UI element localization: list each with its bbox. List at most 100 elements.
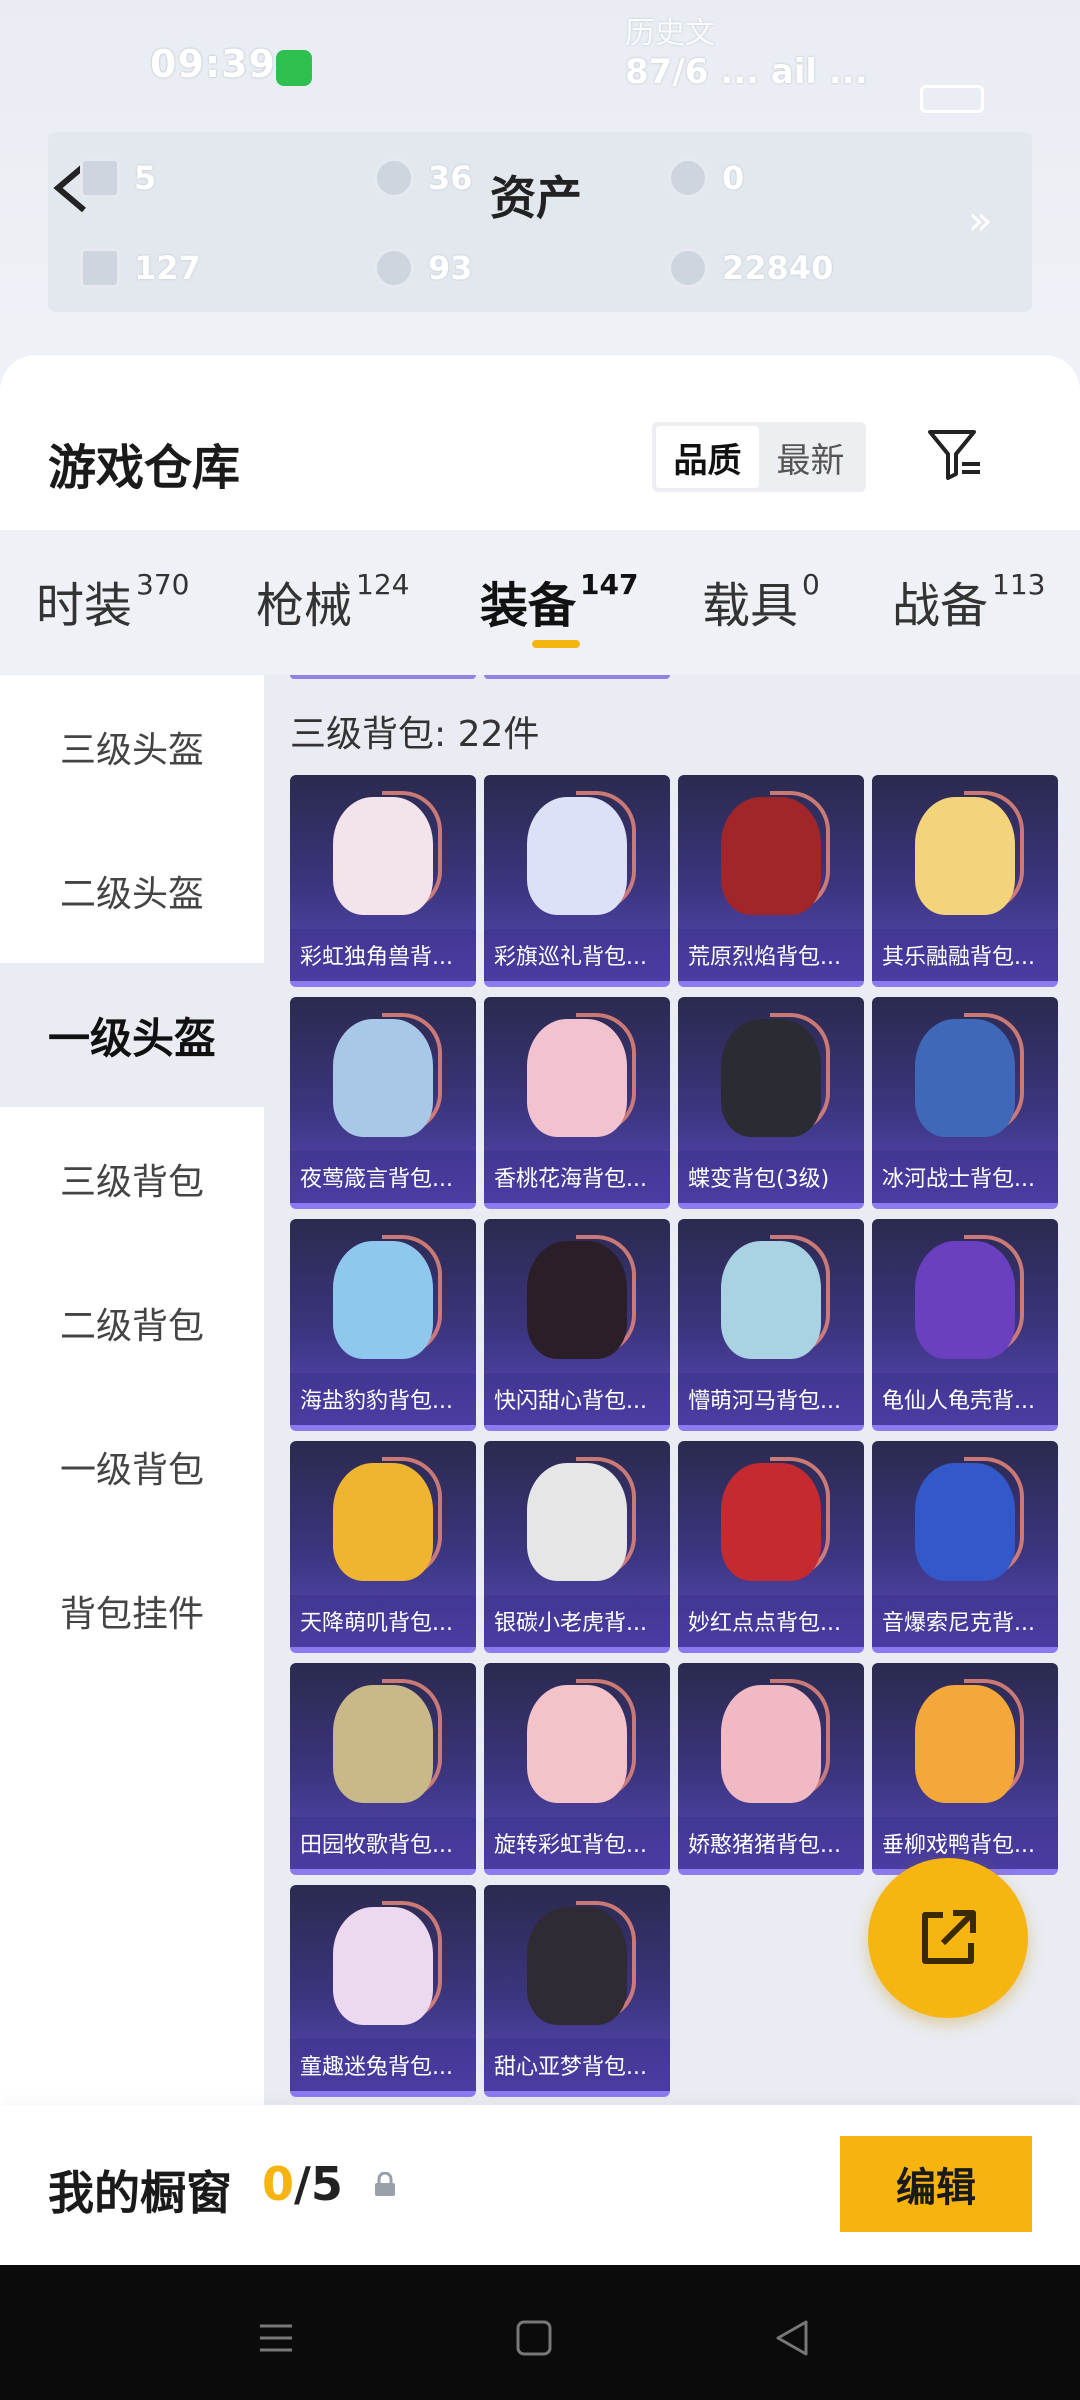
backpack-image [333,797,433,915]
item-name: 音爆索尼克背... [872,1595,1058,1647]
status-notification-text: 历史文 [625,16,715,51]
backpack-item-card[interactable]: 海盐豹豹背包... [290,1219,476,1431]
asset-value: 5 [134,159,157,197]
backpack-image [333,1019,433,1137]
backpack-image [915,1019,1015,1137]
home-icon[interactable] [514,2318,554,2358]
sort-quality-option[interactable]: 品质 [656,426,759,488]
backpack-item-card[interactable]: 冰河战士背包... [872,997,1058,1209]
tab-vehicles[interactable]: 载具 0 [702,566,820,636]
previous-row-edge [290,675,476,679]
showcase-count: 0/5 [262,2157,343,2211]
backpack-item-card[interactable]: 田园牧歌背包... [290,1663,476,1875]
backpack-item-card[interactable]: 银碳小老虎背... [484,1441,670,1653]
tab-supplies[interactable]: 战备 113 [892,566,1045,636]
tab-label: 载具 [702,578,799,634]
tab-count: 0 [802,568,820,601]
filter-button[interactable] [924,424,984,484]
backpack-item-card[interactable]: 垂柳戏鸭背包... [872,1663,1058,1875]
backpack-image [721,1685,821,1803]
asset-value: 0 [722,159,745,197]
tab-count: 113 [992,568,1046,601]
backpack-item-card[interactable]: 其乐融融背包... [872,775,1058,987]
backpack-image [915,1685,1015,1803]
asset-value: 36 [428,159,473,197]
backpack-image [527,797,627,915]
backpack-item-card[interactable]: 夜莺箴言背包... [290,997,476,1209]
backpack-image [721,1019,821,1137]
item-name: 彩虹独角兽背... [290,929,476,981]
backpack-item-card[interactable]: 快闪甜心背包... [484,1219,670,1431]
menu-icon[interactable] [256,2318,296,2358]
backpack-item-card[interactable]: 彩虹独角兽背... [290,775,476,987]
backpack-item-card[interactable]: 天降萌叽背包... [290,1441,476,1653]
tab-count: 370 [136,568,190,601]
backpack-item-card[interactable]: 旋转彩虹背包... [484,1663,670,1875]
item-name: 龟仙人龟壳背... [872,1373,1058,1425]
backpack-image [915,1463,1015,1581]
item-name: 田园牧歌背包... [290,1817,476,1869]
backpack-image [915,797,1015,915]
asset-item-copper-coin: 22840 [668,243,833,293]
tab-equipment[interactable]: 装备 147 [480,566,638,636]
card-icon [80,248,120,288]
item-name: 娇憨猪猪背包... [678,1817,864,1869]
share-button[interactable] [868,1858,1028,2018]
subcategory-backpack-charm[interactable]: 背包挂件 [0,1539,264,1683]
asset-item-ticket: 5 [80,153,156,203]
asset-more-button[interactable]: » [968,198,992,244]
backpack-item-card[interactable]: 蝶变背包(3级) [678,997,864,1209]
backpack-item-card[interactable]: 懵萌河马背包... [678,1219,864,1431]
backpack-image [527,1019,627,1137]
filter-icon [928,430,980,480]
warehouse-title: 游戏仓库 [48,440,241,496]
backpack-image [527,1907,627,2025]
backpack-item-card[interactable]: 龟仙人龟壳背... [872,1219,1058,1431]
item-name: 童趣迷兔背包... [290,2039,476,2091]
item-name: 荒原烈焰背包... [678,929,864,981]
backpack-image [333,1685,433,1803]
asset-item-silver-coin: 36 [374,153,473,203]
sort-newest-option[interactable]: 最新 [759,426,862,488]
subcategory-helmet-2[interactable]: 二级头盔 [0,819,264,963]
copper-coin-icon [668,248,708,288]
tab-fashion[interactable]: 时装 370 [36,566,189,636]
tab-count: 147 [580,568,639,601]
asset-item-grey-coin: 93 [374,243,473,293]
status-network-text: 87/6 ... ail ... [625,52,868,92]
showcase-title: 我的橱窗 [48,2166,232,2220]
backpack-item-card[interactable]: 彩旗巡礼背包... [484,775,670,987]
backpack-item-card[interactable]: 甜心亚梦背包... [484,1885,670,2097]
edit-button[interactable]: 编辑 [840,2136,1032,2232]
backpack-item-card[interactable]: 妙红点点背包... [678,1441,864,1653]
previous-row-edge [484,675,670,679]
section-title: 三级背包: 22件 [290,714,540,755]
showcase-count-total: /5 [294,2157,343,2211]
lock-icon [375,2172,395,2196]
item-name: 蝶变背包(3级) [678,1151,864,1203]
backpack-item-card[interactable]: 音爆索尼克背... [872,1441,1058,1653]
item-name: 夜莺箴言背包... [290,1151,476,1203]
backpack-item-card[interactable]: 童趣迷兔背包... [290,1885,476,2097]
subcategory-backpack-1[interactable]: 一级背包 [0,1395,264,1539]
tab-weapons[interactable]: 枪械 124 [256,566,409,636]
subcategory-helmet-1[interactable]: 一级头盔 [0,963,264,1107]
sort-toggle: 品质 最新 [652,422,866,492]
subcategory-list: 三级头盔 二级头盔 一级头盔 三级背包 二级背包 一级背包 背包挂件 [0,675,264,2105]
subcategory-helmet-3[interactable]: 三级头盔 [0,675,264,819]
subcategory-backpack-3[interactable]: 三级背包 [0,1107,264,1251]
battery-saver-icon [276,50,312,86]
backpack-image [333,1241,433,1359]
item-name: 天降萌叽背包... [290,1595,476,1647]
bronze-coin-icon [668,158,708,198]
backpack-image [527,1463,627,1581]
showcase-count-current: 0 [262,2157,295,2211]
item-name: 海盐豹豹背包... [290,1373,476,1425]
backpack-item-card[interactable]: 香桃花海背包... [484,997,670,1209]
item-name: 甜心亚梦背包... [484,2039,670,2091]
backpack-item-card[interactable]: 娇憨猪猪背包... [678,1663,864,1875]
subcategory-backpack-2[interactable]: 二级背包 [0,1251,264,1395]
back-nav-icon[interactable] [772,2318,812,2358]
item-name: 妙红点点背包... [678,1595,864,1647]
backpack-item-card[interactable]: 荒原烈焰背包... [678,775,864,987]
